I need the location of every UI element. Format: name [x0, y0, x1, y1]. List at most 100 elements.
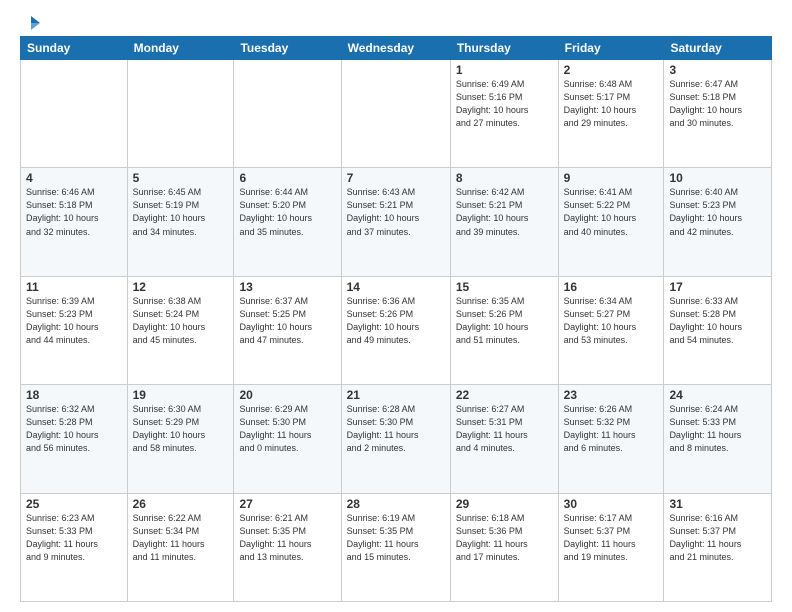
day-info: Sunrise: 6:30 AM Sunset: 5:29 PM Dayligh… [133, 403, 229, 455]
day-number: 26 [133, 497, 229, 511]
day-number: 13 [239, 280, 335, 294]
week-row-4: 25Sunrise: 6:23 AM Sunset: 5:33 PM Dayli… [21, 493, 772, 601]
day-info: Sunrise: 6:35 AM Sunset: 5:26 PM Dayligh… [456, 295, 553, 347]
calendar-cell: 9Sunrise: 6:41 AM Sunset: 5:22 PM Daylig… [558, 168, 664, 276]
day-number: 14 [347, 280, 445, 294]
day-info: Sunrise: 6:38 AM Sunset: 5:24 PM Dayligh… [133, 295, 229, 347]
day-info: Sunrise: 6:41 AM Sunset: 5:22 PM Dayligh… [564, 186, 659, 238]
calendar: SundayMondayTuesdayWednesdayThursdayFrid… [20, 36, 772, 602]
day-info: Sunrise: 6:46 AM Sunset: 5:18 PM Dayligh… [26, 186, 122, 238]
calendar-cell: 20Sunrise: 6:29 AM Sunset: 5:30 PM Dayli… [234, 385, 341, 493]
day-info: Sunrise: 6:29 AM Sunset: 5:30 PM Dayligh… [239, 403, 335, 455]
calendar-cell: 25Sunrise: 6:23 AM Sunset: 5:33 PM Dayli… [21, 493, 128, 601]
day-info: Sunrise: 6:27 AM Sunset: 5:31 PM Dayligh… [456, 403, 553, 455]
week-row-0: 1Sunrise: 6:49 AM Sunset: 5:16 PM Daylig… [21, 60, 772, 168]
calendar-cell: 23Sunrise: 6:26 AM Sunset: 5:32 PM Dayli… [558, 385, 664, 493]
day-info: Sunrise: 6:21 AM Sunset: 5:35 PM Dayligh… [239, 512, 335, 564]
day-info: Sunrise: 6:36 AM Sunset: 5:26 PM Dayligh… [347, 295, 445, 347]
calendar-cell: 3Sunrise: 6:47 AM Sunset: 5:18 PM Daylig… [664, 60, 772, 168]
day-number: 23 [564, 388, 659, 402]
calendar-cell: 21Sunrise: 6:28 AM Sunset: 5:30 PM Dayli… [341, 385, 450, 493]
day-number: 15 [456, 280, 553, 294]
calendar-cell [21, 60, 128, 168]
day-number: 6 [239, 171, 335, 185]
day-number: 8 [456, 171, 553, 185]
week-row-3: 18Sunrise: 6:32 AM Sunset: 5:28 PM Dayli… [21, 385, 772, 493]
calendar-cell: 27Sunrise: 6:21 AM Sunset: 5:35 PM Dayli… [234, 493, 341, 601]
day-info: Sunrise: 6:24 AM Sunset: 5:33 PM Dayligh… [669, 403, 766, 455]
day-info: Sunrise: 6:40 AM Sunset: 5:23 PM Dayligh… [669, 186, 766, 238]
day-info: Sunrise: 6:49 AM Sunset: 5:16 PM Dayligh… [456, 78, 553, 130]
calendar-cell: 8Sunrise: 6:42 AM Sunset: 5:21 PM Daylig… [450, 168, 558, 276]
logo-line [20, 16, 40, 32]
day-number: 5 [133, 171, 229, 185]
weekday-header-sunday: Sunday [21, 37, 128, 60]
calendar-cell: 26Sunrise: 6:22 AM Sunset: 5:34 PM Dayli… [127, 493, 234, 601]
day-info: Sunrise: 6:45 AM Sunset: 5:19 PM Dayligh… [133, 186, 229, 238]
weekday-header-monday: Monday [127, 37, 234, 60]
day-number: 28 [347, 497, 445, 511]
day-number: 11 [26, 280, 122, 294]
day-info: Sunrise: 6:44 AM Sunset: 5:20 PM Dayligh… [239, 186, 335, 238]
calendar-cell [127, 60, 234, 168]
weekday-header-row: SundayMondayTuesdayWednesdayThursdayFrid… [21, 37, 772, 60]
calendar-cell: 15Sunrise: 6:35 AM Sunset: 5:26 PM Dayli… [450, 276, 558, 384]
page: SundayMondayTuesdayWednesdayThursdayFrid… [0, 0, 792, 612]
calendar-cell: 10Sunrise: 6:40 AM Sunset: 5:23 PM Dayli… [664, 168, 772, 276]
calendar-cell: 6Sunrise: 6:44 AM Sunset: 5:20 PM Daylig… [234, 168, 341, 276]
calendar-cell: 14Sunrise: 6:36 AM Sunset: 5:26 PM Dayli… [341, 276, 450, 384]
day-info: Sunrise: 6:34 AM Sunset: 5:27 PM Dayligh… [564, 295, 659, 347]
weekday-header-wednesday: Wednesday [341, 37, 450, 60]
day-number: 19 [133, 388, 229, 402]
day-info: Sunrise: 6:19 AM Sunset: 5:35 PM Dayligh… [347, 512, 445, 564]
day-number: 20 [239, 388, 335, 402]
day-number: 29 [456, 497, 553, 511]
calendar-cell: 16Sunrise: 6:34 AM Sunset: 5:27 PM Dayli… [558, 276, 664, 384]
day-number: 21 [347, 388, 445, 402]
day-number: 12 [133, 280, 229, 294]
day-number: 16 [564, 280, 659, 294]
day-info: Sunrise: 6:33 AM Sunset: 5:28 PM Dayligh… [669, 295, 766, 347]
day-info: Sunrise: 6:47 AM Sunset: 5:18 PM Dayligh… [669, 78, 766, 130]
logo-bird-icon [22, 14, 40, 32]
day-number: 4 [26, 171, 122, 185]
weekday-header-thursday: Thursday [450, 37, 558, 60]
calendar-cell: 22Sunrise: 6:27 AM Sunset: 5:31 PM Dayli… [450, 385, 558, 493]
day-number: 18 [26, 388, 122, 402]
day-info: Sunrise: 6:16 AM Sunset: 5:37 PM Dayligh… [669, 512, 766, 564]
day-number: 27 [239, 497, 335, 511]
day-number: 7 [347, 171, 445, 185]
day-info: Sunrise: 6:37 AM Sunset: 5:25 PM Dayligh… [239, 295, 335, 347]
day-info: Sunrise: 6:39 AM Sunset: 5:23 PM Dayligh… [26, 295, 122, 347]
day-number: 10 [669, 171, 766, 185]
day-info: Sunrise: 6:22 AM Sunset: 5:34 PM Dayligh… [133, 512, 229, 564]
calendar-cell: 13Sunrise: 6:37 AM Sunset: 5:25 PM Dayli… [234, 276, 341, 384]
day-info: Sunrise: 6:43 AM Sunset: 5:21 PM Dayligh… [347, 186, 445, 238]
calendar-cell: 24Sunrise: 6:24 AM Sunset: 5:33 PM Dayli… [664, 385, 772, 493]
day-info: Sunrise: 6:23 AM Sunset: 5:33 PM Dayligh… [26, 512, 122, 564]
day-number: 25 [26, 497, 122, 511]
calendar-cell: 28Sunrise: 6:19 AM Sunset: 5:35 PM Dayli… [341, 493, 450, 601]
weekday-header-saturday: Saturday [664, 37, 772, 60]
day-number: 30 [564, 497, 659, 511]
day-number: 1 [456, 63, 553, 77]
calendar-cell: 31Sunrise: 6:16 AM Sunset: 5:37 PM Dayli… [664, 493, 772, 601]
calendar-cell: 7Sunrise: 6:43 AM Sunset: 5:21 PM Daylig… [341, 168, 450, 276]
day-info: Sunrise: 6:48 AM Sunset: 5:17 PM Dayligh… [564, 78, 659, 130]
week-row-2: 11Sunrise: 6:39 AM Sunset: 5:23 PM Dayli… [21, 276, 772, 384]
day-number: 2 [564, 63, 659, 77]
day-info: Sunrise: 6:17 AM Sunset: 5:37 PM Dayligh… [564, 512, 659, 564]
calendar-cell: 11Sunrise: 6:39 AM Sunset: 5:23 PM Dayli… [21, 276, 128, 384]
calendar-cell: 18Sunrise: 6:32 AM Sunset: 5:28 PM Dayli… [21, 385, 128, 493]
calendar-cell: 29Sunrise: 6:18 AM Sunset: 5:36 PM Dayli… [450, 493, 558, 601]
calendar-cell: 12Sunrise: 6:38 AM Sunset: 5:24 PM Dayli… [127, 276, 234, 384]
calendar-cell: 30Sunrise: 6:17 AM Sunset: 5:37 PM Dayli… [558, 493, 664, 601]
day-info: Sunrise: 6:26 AM Sunset: 5:32 PM Dayligh… [564, 403, 659, 455]
weekday-header-friday: Friday [558, 37, 664, 60]
week-row-1: 4Sunrise: 6:46 AM Sunset: 5:18 PM Daylig… [21, 168, 772, 276]
weekday-header-tuesday: Tuesday [234, 37, 341, 60]
day-number: 22 [456, 388, 553, 402]
day-info: Sunrise: 6:28 AM Sunset: 5:30 PM Dayligh… [347, 403, 445, 455]
calendar-cell: 1Sunrise: 6:49 AM Sunset: 5:16 PM Daylig… [450, 60, 558, 168]
calendar-cell: 4Sunrise: 6:46 AM Sunset: 5:18 PM Daylig… [21, 168, 128, 276]
